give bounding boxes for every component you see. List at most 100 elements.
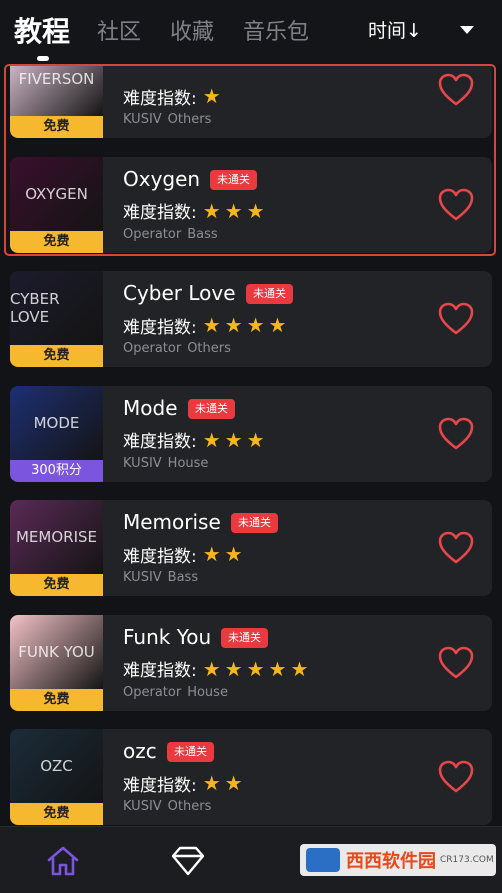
song-genre: Others	[167, 799, 212, 814]
star-icon: ★	[290, 656, 309, 681]
song-card[interactable]: MEMORISE 免费 Memorise 未通关 难度指数: ★ ★ KUSIV Bass	[10, 500, 492, 596]
difficulty-row: 难度指数: ★ ★	[123, 771, 247, 796]
star-icon: ★	[224, 542, 243, 566]
song-cover-art: OZC	[10, 729, 103, 803]
star-icon: ★	[268, 656, 287, 681]
difficulty-label: 难度指数:	[123, 775, 197, 796]
song-card[interactable]: CYBER LOVE 免费 Cyber Love 未通关难度指数: ★ ★ ★ ★ Operat…	[10, 271, 492, 367]
song-artist: KUSIV	[123, 570, 162, 585]
star-icon: ★	[202, 542, 221, 566]
song-title: Cyber Love	[123, 281, 236, 305]
song-artist: KUSIV	[123, 799, 162, 814]
song-card[interactable]: OZC 免费 ozc 未通关 难度指数: ★ ★ KUSIV Others	[10, 729, 492, 825]
song-card[interactable]: FIVERSON免费FIVERSON 难度指数:★ KUSIV Others	[10, 64, 492, 138]
favorite-heart-icon[interactable]	[436, 643, 476, 683]
song-meta: Operator Others	[123, 341, 231, 356]
difficulty-row: 难度指数: ★ ★ ★ ★	[123, 313, 290, 338]
difficulty-label: 难度指数:	[123, 432, 197, 452]
song-cover-art: FIVERSON	[10, 64, 103, 116]
price-tag: 免费	[10, 230, 103, 253]
song-thumbnail[interactable]: MODE 300积分	[10, 385, 103, 482]
song-genre: House	[187, 684, 228, 700]
star-icon: ★	[246, 656, 265, 681]
home-icon[interactable]	[43, 841, 83, 881]
tab-community[interactable]: 社区	[97, 14, 141, 46]
active-tab-indicator	[37, 56, 49, 61]
tab-music-pack[interactable]: 音乐包	[243, 14, 309, 46]
not-cleared-badge: 未通关	[167, 742, 214, 762]
not-cleared-badge: 未通关	[221, 627, 268, 648]
song-card[interactable]: OXYGEN 免费 Oxygen 未通关 难度指数: ★ ★ ★ Operator Bass	[10, 156, 492, 253]
song-title: Mode	[123, 395, 178, 420]
not-cleared-badge: 未通关	[210, 169, 257, 190]
favorite-heart-icon[interactable]	[436, 70, 476, 110]
star-icon: ★	[246, 427, 265, 452]
watermark-subtext: CR173.COM	[440, 855, 494, 865]
price-tag: 免费	[10, 116, 103, 138]
difficulty-row: 难度指数: ★ ★ ★ ★ ★	[123, 656, 312, 682]
star-icon: ★	[202, 313, 221, 337]
star-icon: ★	[202, 656, 221, 681]
song-title: Funk You	[123, 624, 212, 649]
song-cover-art: OXYGEN	[10, 156, 103, 231]
favorite-heart-icon[interactable]	[436, 757, 476, 797]
song-list[interactable]: FIVERSON免费FIVERSON难度指数:★KUSIVOthersOXYGE…	[0, 64, 502, 826]
song-card[interactable]: MODE 300积分 Mode 未通关 难度指数: ★ ★ ★ KUSIV House	[10, 385, 492, 482]
star-icon: ★	[224, 313, 243, 337]
sort-button[interactable]: 时间↓	[368, 16, 422, 43]
star-icon: ★	[202, 427, 221, 452]
favorite-heart-icon[interactable]	[436, 185, 476, 225]
star-icon: ★	[268, 313, 287, 337]
price-tag: 免费	[10, 688, 103, 711]
favorite-heart-icon[interactable]	[436, 528, 476, 568]
song-artist: KUSIV	[123, 455, 162, 471]
price-tag: 300积分	[10, 459, 103, 482]
song-thumbnail[interactable]: FUNK YOU 免费	[10, 614, 103, 711]
price-tag: 免费	[10, 574, 103, 596]
star-icon: ★	[224, 656, 243, 681]
song-artist: Operator	[123, 341, 182, 356]
watermark-logo: 西西软件园 CR173.COM	[300, 844, 496, 876]
song-title: Oxygen	[123, 166, 201, 191]
star-icon: ★	[246, 198, 265, 223]
song-title: Memorise	[123, 510, 221, 534]
tab-favorites[interactable]: 收藏	[170, 14, 214, 46]
song-thumbnail[interactable]: FIVERSON 免费	[10, 64, 103, 138]
song-thumbnail[interactable]: CYBER LOVE 免费	[10, 271, 103, 367]
diamond-icon[interactable]	[168, 841, 208, 881]
song-thumbnail[interactable]: OXYGEN 免费	[10, 156, 103, 253]
difficulty-row: 难度指数: ★ ★	[123, 542, 247, 567]
watermark-logo-icon	[306, 848, 340, 872]
difficulty-label: 难度指数:	[123, 546, 197, 567]
star-icon: ★	[246, 313, 265, 337]
tab-tutorial[interactable]: 教程	[14, 10, 70, 50]
song-artist: KUSIV	[123, 112, 162, 127]
song-genre: Others	[187, 341, 231, 356]
song-meta: Operator Bass	[123, 227, 218, 242]
star-icon: ★	[224, 771, 243, 795]
difficulty-row: 难度指数: ★ ★ ★	[123, 427, 269, 453]
dropdown-arrow-icon[interactable]	[460, 26, 474, 34]
song-meta: KUSIV Bass	[123, 570, 198, 585]
difficulty-row: 难度指数: ★ ★ ★	[123, 198, 269, 224]
watermark-text: 西西软件园	[346, 851, 436, 872]
difficulty-label: 难度指数:	[123, 203, 197, 223]
song-thumbnail[interactable]: OZC 免费	[10, 729, 103, 825]
song-genre: House	[167, 455, 209, 471]
star-icon: ★	[224, 427, 243, 452]
favorite-heart-icon[interactable]	[436, 299, 476, 339]
song-card[interactable]: FUNK YOU 免费 Funk You 未通关难度指数: ★ ★ ★ ★ ★ Operator H…	[10, 614, 492, 711]
song-artist: Operator	[123, 226, 182, 242]
star-icon: ★	[202, 198, 221, 223]
star-icon: ★	[202, 84, 221, 108]
star-icon: ★	[224, 198, 243, 223]
price-tag: 免费	[10, 345, 103, 367]
not-cleared-badge: 未通关	[246, 284, 293, 304]
song-thumbnail[interactable]: MEMORISE 免费	[10, 500, 103, 596]
top-tab-bar: 教程 社区 收藏 音乐包 时间↓	[0, 0, 502, 64]
song-cover-art: FUNK YOU	[10, 614, 103, 689]
favorite-heart-icon[interactable]	[436, 414, 476, 454]
not-cleared-badge: 未通关	[188, 398, 235, 419]
song-title: ozc	[123, 739, 157, 763]
song-meta: Operator House	[123, 685, 228, 700]
